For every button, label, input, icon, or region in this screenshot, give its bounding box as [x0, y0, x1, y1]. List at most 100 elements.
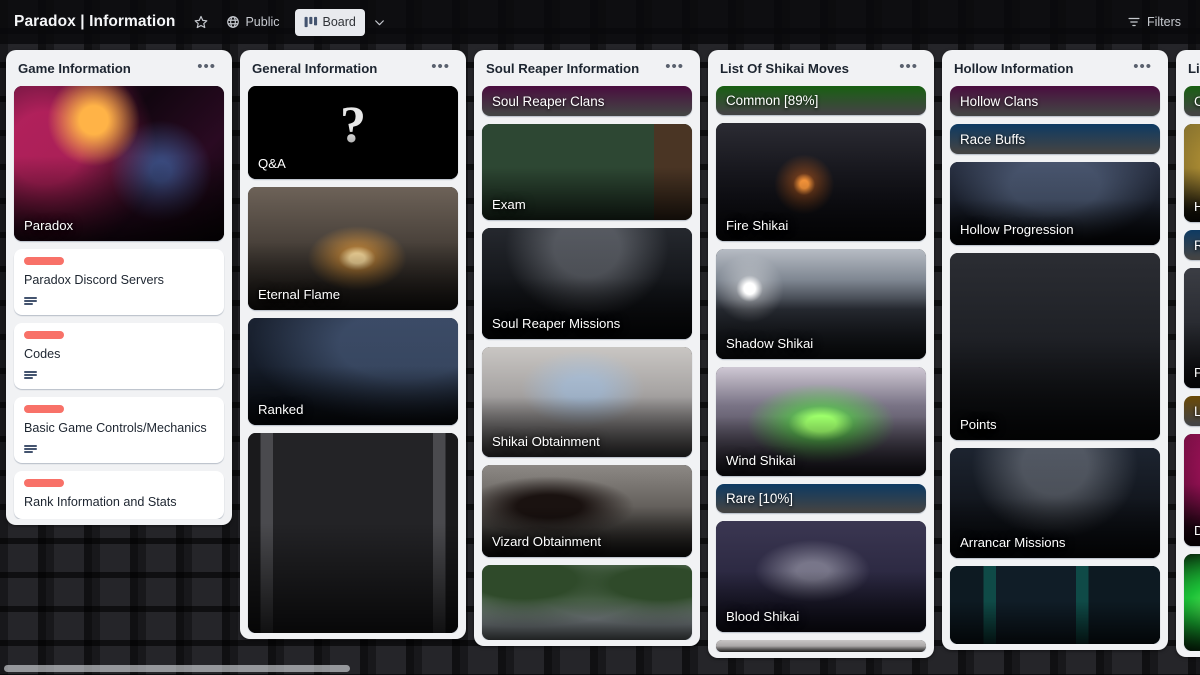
cover-card[interactable]: Shikai Obtainment — [482, 347, 692, 457]
cover-card[interactable] — [950, 566, 1160, 644]
card-list: ? Q&A Eternal Flame Ranked — [244, 86, 462, 633]
card[interactable]: Rank Information and Stats — [14, 471, 224, 519]
card-title: R — [1194, 237, 1200, 253]
list-column: General Information ••• ? Q&A Eternal Flame R… — [240, 50, 466, 639]
card-title: Eternal Flame — [258, 287, 341, 303]
list-header: General Information ••• — [244, 50, 462, 86]
cover-card[interactable]: Hollow Progression — [950, 162, 1160, 245]
card-label-chip[interactable] — [24, 479, 64, 487]
cover-card[interactable]: Wind Shikai — [716, 367, 926, 476]
color-banner-card[interactable]: Rare [10%] — [716, 483, 926, 514]
cover-card[interactable]: Blood Shikai — [716, 521, 926, 633]
list-actions-icon[interactable]: ••• — [661, 59, 688, 77]
card-title: Codes — [24, 347, 61, 361]
card-title: H — [1194, 199, 1200, 215]
cover-card[interactable] — [248, 433, 458, 633]
cover-card[interactable]: D — [1184, 434, 1200, 546]
card-title: Fire Shikai — [726, 218, 789, 234]
cover-card[interactable]: Vizard Obtainment — [482, 465, 692, 557]
cover-card[interactable]: H — [1184, 124, 1200, 222]
cover-card[interactable]: Fire Shikai — [716, 123, 926, 242]
color-banner-card[interactable]: Race Buffs — [950, 124, 1160, 154]
card-title: Common [89%] — [726, 93, 819, 109]
cover-card[interactable]: ? Q&A — [248, 86, 458, 179]
cover-gradient — [248, 523, 458, 633]
list-actions-icon[interactable]: ••• — [427, 59, 454, 77]
star-icon[interactable] — [189, 9, 213, 35]
card[interactable]: Basic Game Controls/Mechanics — [14, 397, 224, 463]
color-banner-card[interactable]: C — [1184, 86, 1200, 116]
list-title[interactable]: Hollow Information — [954, 61, 1073, 77]
card-title: Paradox — [24, 218, 74, 234]
color-banner-card[interactable]: Hollow Clans — [950, 86, 1160, 116]
board-title: Paradox | Information — [14, 13, 176, 30]
list-header: List Of Shikai Moves ••• — [712, 50, 930, 86]
list-header: Li••• — [1180, 50, 1200, 86]
cover-card[interactable] — [1184, 554, 1200, 651]
horizontal-scrollbar[interactable] — [0, 665, 1200, 672]
cover-card[interactable]: Paradox — [14, 86, 224, 241]
card-title: Vizard Obtainment — [492, 534, 601, 550]
card-title: C — [1194, 93, 1200, 109]
cover-gradient — [716, 645, 926, 652]
list-title[interactable]: Game Information — [18, 61, 131, 77]
card-label-chip[interactable] — [24, 405, 64, 413]
horizontal-scrollbar-thumb[interactable] — [4, 665, 350, 672]
card[interactable]: Codes — [14, 323, 224, 389]
card-list: Soul Reaper Clans Exam Soul Reaper Mission… — [478, 86, 696, 640]
list-header: Hollow Information ••• — [946, 50, 1164, 86]
cover-card[interactable]: Shadow Shikai — [716, 249, 926, 360]
filter-icon — [1127, 15, 1141, 29]
cover-card[interactable]: Soul Reaper Missions — [482, 228, 692, 339]
view-switcher-caret[interactable] — [367, 9, 392, 35]
card-label-chip[interactable] — [24, 331, 64, 339]
card-title: Hollow Progression — [960, 222, 1074, 238]
view-switcher-button[interactable]: Board — [294, 8, 365, 36]
cover-card[interactable]: Arrancar Missions — [950, 448, 1160, 558]
board-canvas[interactable]: Game Information ••• Paradox Paradox Discor… — [0, 44, 1200, 675]
card-title: P — [1194, 365, 1200, 381]
color-banner-card[interactable]: Common [89%] — [716, 86, 926, 116]
card-title: Wind Shikai — [726, 453, 796, 469]
filters-label: Filters — [1146, 15, 1181, 29]
list-actions-icon[interactable]: ••• — [1129, 59, 1156, 77]
cover-card[interactable]: Eternal Flame — [248, 187, 458, 310]
cover-card[interactable] — [716, 640, 926, 652]
list-title[interactable]: Li — [1188, 61, 1200, 77]
cover-card[interactable]: Exam — [482, 124, 692, 220]
visibility-button[interactable]: Public — [219, 9, 286, 35]
card-title: Ranked — [258, 402, 304, 418]
board-header-bar: Paradox | Information Public Board Filte… — [0, 0, 1200, 44]
list-title[interactable]: List Of Shikai Moves — [720, 61, 849, 77]
list-title[interactable]: General Information — [252, 61, 377, 77]
color-banner-card[interactable]: R — [1184, 230, 1200, 260]
card-label-chip[interactable] — [24, 257, 64, 265]
cover-card[interactable] — [482, 565, 692, 640]
board-icon — [304, 16, 318, 28]
card-badges — [24, 296, 214, 307]
color-banner-card[interactable]: Soul Reaper Clans — [482, 86, 692, 116]
list-title[interactable]: Soul Reaper Information — [486, 61, 639, 77]
card-title: L — [1194, 403, 1200, 419]
trello-board-app: Paradox | Information Public Board Filte… — [0, 0, 1200, 675]
card-badges — [24, 370, 214, 381]
list-column: List Of Shikai Moves ••• Common [89%] Fire … — [708, 50, 934, 658]
visibility-label: Public — [245, 15, 280, 29]
cover-gradient — [1184, 597, 1200, 651]
cover-card[interactable]: Ranked — [248, 318, 458, 425]
filters-button[interactable]: Filters — [1120, 9, 1188, 35]
card-list: C H R P L D — [1180, 86, 1200, 651]
cover-card[interactable]: P — [1184, 268, 1200, 388]
card-list: Hollow Clans Race Buffs Hollow Progression… — [946, 86, 1164, 644]
cover-card[interactable]: Points — [950, 253, 1160, 440]
chevron-down-icon — [373, 16, 386, 29]
list-actions-icon[interactable]: ••• — [895, 59, 922, 77]
card[interactable]: Paradox Discord Servers — [14, 249, 224, 315]
color-banner-card[interactable]: L — [1184, 396, 1200, 426]
cover-gradient — [950, 601, 1160, 644]
cover-gradient — [482, 598, 692, 640]
view-label: Board — [322, 15, 356, 29]
card-list: Paradox Paradox Discord Servers Codes Basic… — [10, 86, 228, 519]
globe-icon — [226, 15, 240, 29]
list-actions-icon[interactable]: ••• — [193, 59, 220, 77]
